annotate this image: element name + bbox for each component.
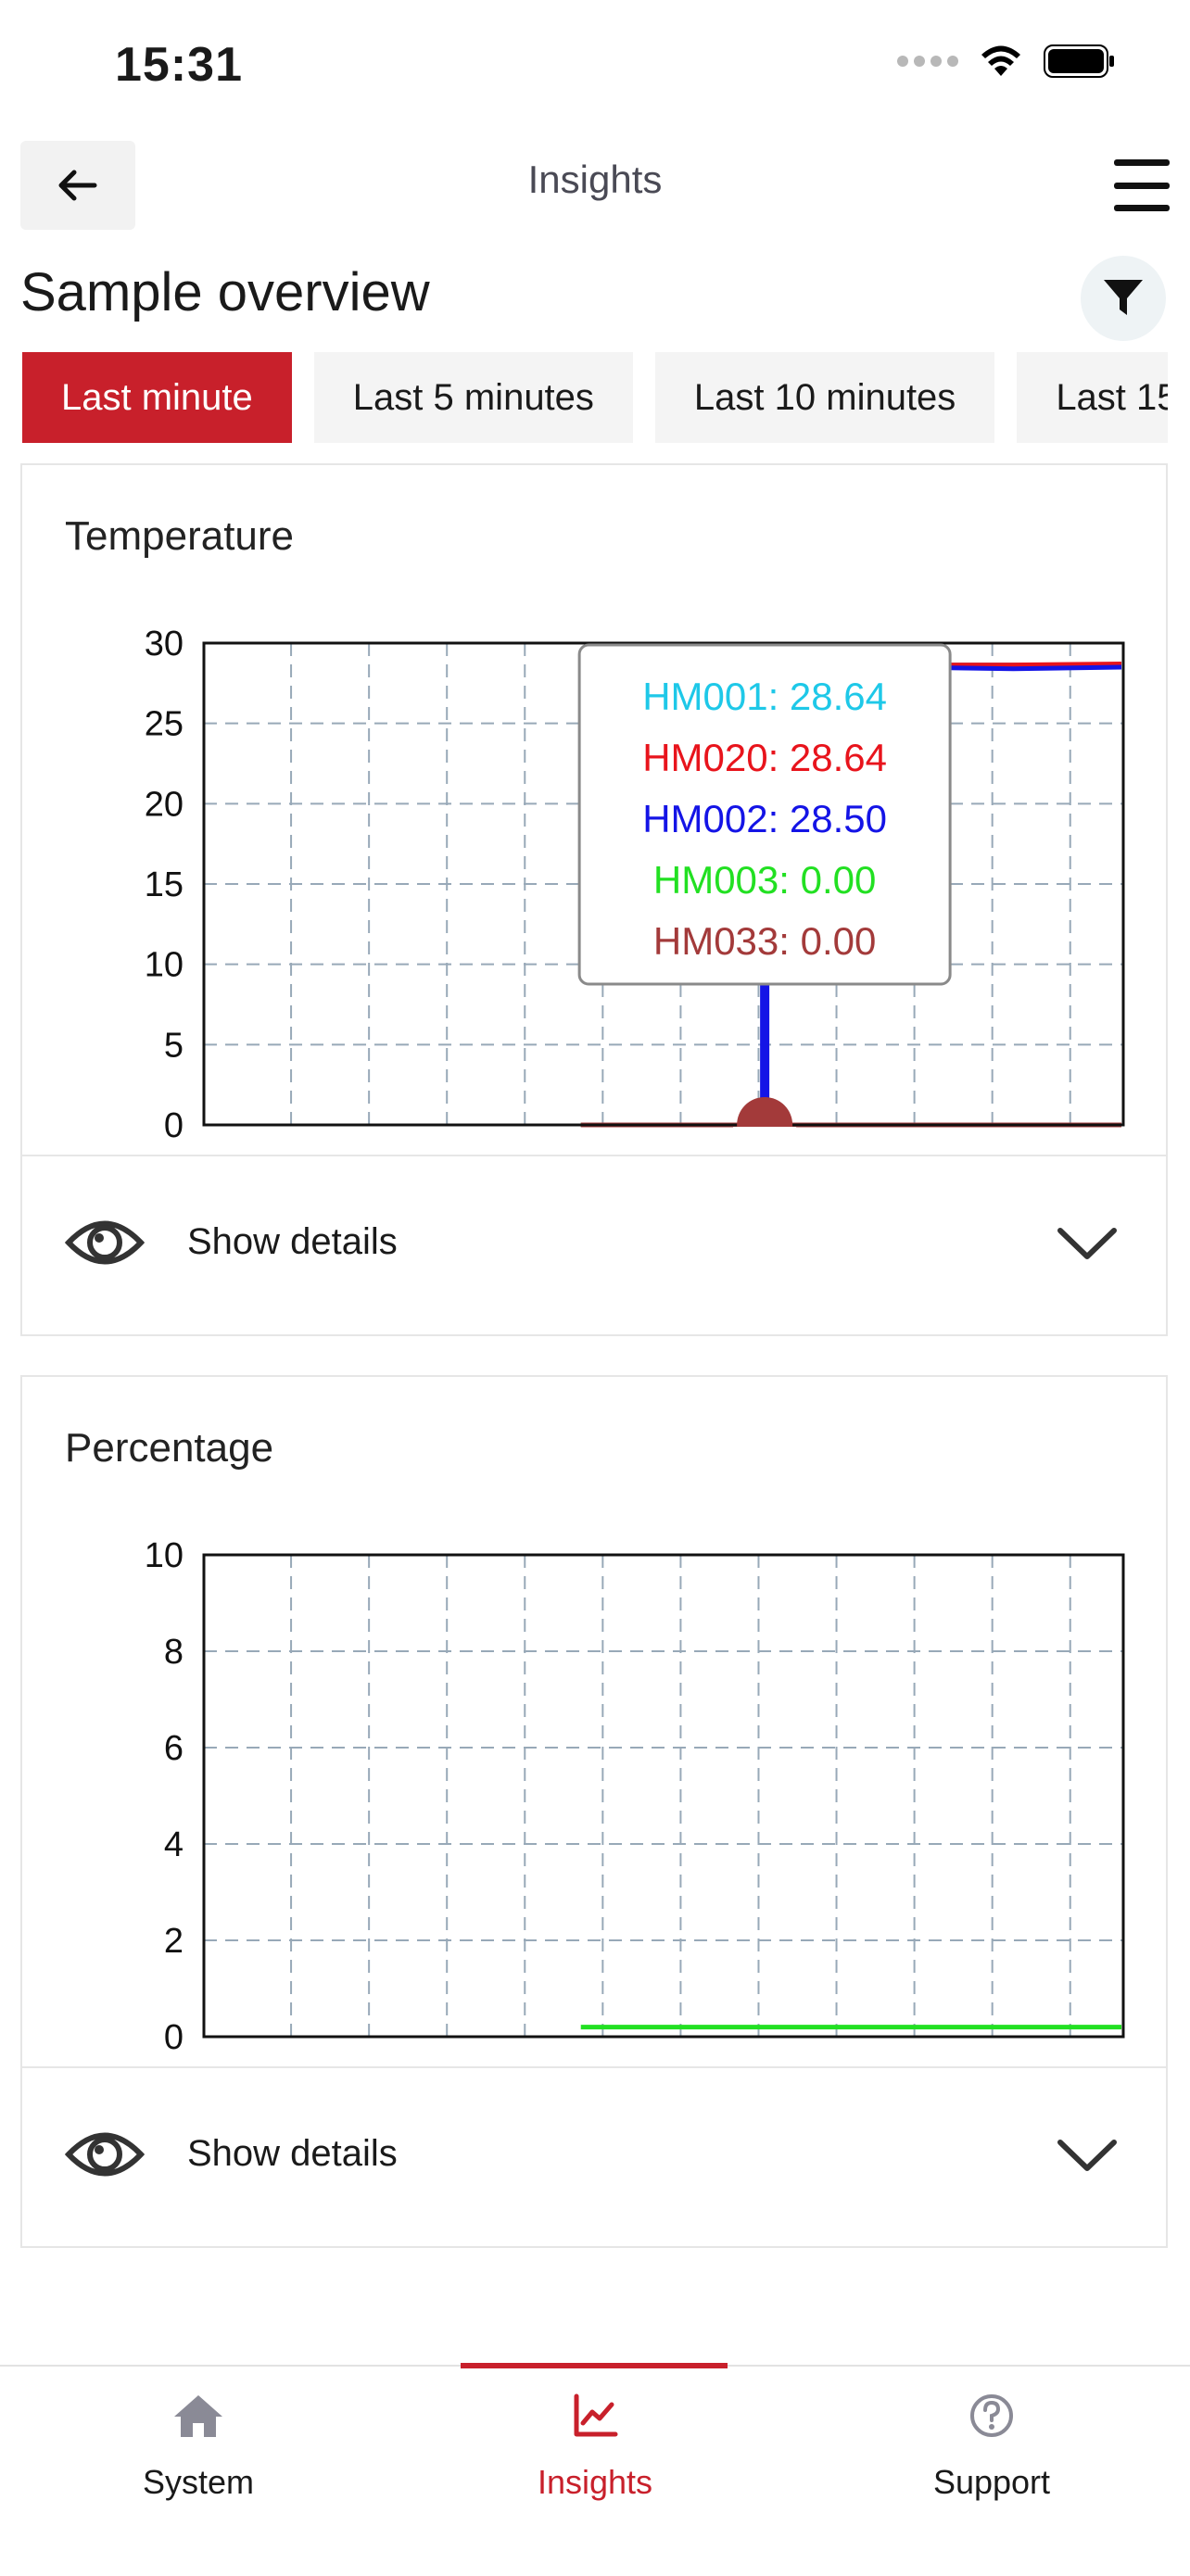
tooltip-line-hm020: HM020: 28.64 — [642, 736, 887, 779]
bottom-navigation: System Insights Support — [0, 2363, 1190, 2576]
y-tick-label: 30 — [145, 625, 184, 663]
filter-icon — [1104, 280, 1143, 315]
menu-icon-bar — [1114, 182, 1170, 189]
tooltip-line-hm003: HM003: 0.00 — [653, 858, 876, 902]
y-tick-label: 5 — [164, 1026, 184, 1065]
nav-item-insights[interactable]: Insights — [397, 2367, 793, 2576]
home-icon — [174, 2395, 222, 2437]
time-filter-chips: Last minute Last 5 minutes Last 10 minutes… — [22, 352, 1168, 443]
nav-label: Insights — [537, 2463, 653, 2501]
nav-label: System — [142, 2463, 255, 2501]
menu-button[interactable] — [1114, 159, 1170, 211]
cellular-signal-icon — [897, 56, 958, 67]
show-details-label: Show details — [187, 2133, 398, 2174]
y-tick-label: 15 — [145, 865, 184, 904]
y-tick-label: 25 — [145, 705, 184, 744]
y-tick-label: 4 — [164, 1825, 184, 1864]
status-time: 15:31 — [115, 38, 243, 92]
eye-icon — [65, 2132, 145, 2177]
y-tick-label: 6 — [164, 1729, 184, 1768]
temperature-chart: 0 5 10 15 20 25 30 HM001: 28.64 HM020: 28.64 HM00… — [145, 625, 1125, 1151]
show-details-label: Show details — [187, 1221, 398, 1262]
show-details-toggle[interactable]: Show details — [22, 1156, 1166, 1332]
y-tick-label: 0 — [164, 1106, 184, 1145]
chip-last-10-minutes[interactable]: Last 10 minutes — [654, 352, 995, 443]
nav-item-support[interactable]: Support — [793, 2367, 1190, 2576]
percentage-card: Percentage 0 2 4 6 8 10 Show details — [20, 1375, 1168, 2248]
app-bar-title: Insights — [527, 158, 663, 201]
chevron-down-icon — [1057, 1228, 1117, 1259]
menu-icon-bar — [1114, 159, 1170, 166]
battery-icon — [1044, 44, 1114, 78]
chip-last-15-minutes[interactable]: Last 15 minutes — [1017, 352, 1168, 443]
plot-area — [204, 1555, 1123, 2037]
nav-label: Support — [932, 2463, 1051, 2501]
tooltip-line-hm001: HM001: 28.64 — [642, 675, 887, 718]
y-tick-label: 10 — [145, 1536, 184, 1575]
eye-icon — [65, 1220, 145, 1265]
nav-item-system[interactable]: System — [0, 2367, 397, 2576]
chevron-down-icon — [1057, 2140, 1117, 2171]
help-circle-icon — [970, 2394, 1013, 2437]
y-tick-label: 2 — [164, 1922, 184, 1961]
wifi-icon — [981, 45, 1020, 76]
y-tick-label: 8 — [164, 1633, 184, 1672]
y-tick-label: 10 — [145, 946, 184, 985]
page-title: Sample overview — [20, 262, 430, 322]
chip-last-5-minutes[interactable]: Last 5 minutes — [313, 352, 633, 443]
filter-button[interactable] — [1081, 256, 1166, 341]
temperature-card: Temperature 0 5 10 15 20 25 30 HM001: 28.64 HM02… — [20, 463, 1168, 1336]
chart-icon — [574, 2393, 618, 2437]
tooltip-line-hm002: HM002: 28.50 — [642, 797, 887, 840]
y-tick-label: 20 — [145, 785, 184, 824]
menu-icon-bar — [1114, 205, 1170, 211]
y-tick-label: 0 — [164, 2018, 184, 2057]
status-icons — [897, 44, 1116, 78]
show-details-toggle[interactable]: Show details — [22, 2068, 1166, 2244]
percentage-chart: 0 2 4 6 8 10 — [145, 1536, 1125, 2057]
tooltip-line-hm033: HM033: 0.00 — [653, 919, 876, 963]
tooltip-marker-mask — [733, 1127, 797, 1151]
chip-last-minute[interactable]: Last minute — [22, 352, 292, 443]
